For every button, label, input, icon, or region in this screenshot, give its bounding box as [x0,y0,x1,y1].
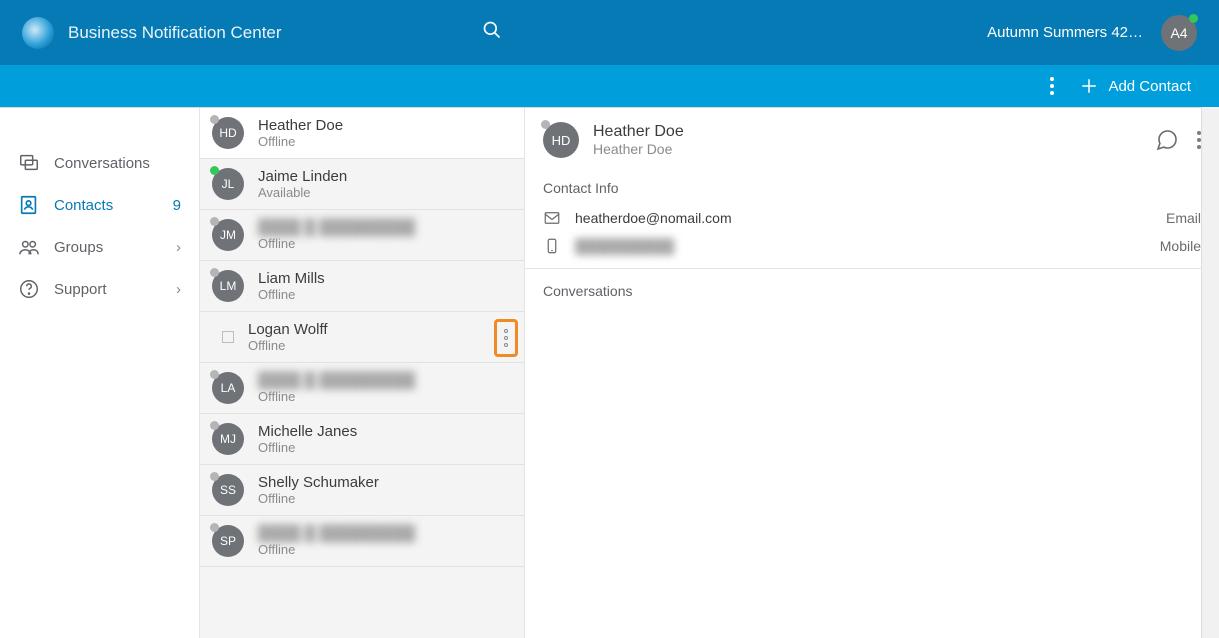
conversations-heading: Conversations [543,283,1201,299]
current-user-avatar[interactable]: A4 [1161,15,1197,51]
contact-row[interactable]: SS Shelly SchumakerOffline [200,465,524,516]
sidebar-item-label: Conversations [54,155,150,172]
contact-name: ████ █ █████████ [258,219,415,236]
contact-detail-pane: HD Heather Doe Heather Doe Contact Info … [525,108,1219,638]
contact-avatar: HD [212,117,244,149]
avatar-initials: A4 [1170,25,1187,41]
presence-indicator-icon [210,217,219,226]
contact-info-heading: Contact Info [543,180,1201,196]
contact-info-type: Email [1166,210,1201,226]
contact-info-row: heatherdoe@nomail.com Email [543,204,1201,232]
groups-icon [18,236,40,258]
contact-status: Offline [248,338,328,353]
presence-indicator-icon [210,523,219,532]
contact-status: Offline [258,440,357,455]
contact-status: Offline [258,542,415,557]
avatar-initials: HD [552,133,571,148]
detail-contact-subtitle: Heather Doe [593,141,684,157]
contact-row[interactable]: JM ████ █ █████████Offline [200,210,524,261]
divider [525,268,1219,269]
support-icon [18,278,40,300]
contact-row[interactable]: HD Heather DoeOffline [200,108,524,159]
contact-row[interactable]: JL Jaime LindenAvailable [200,159,524,210]
add-contact-label: Add Contact [1108,78,1191,95]
presence-indicator-icon [210,166,219,175]
contact-row[interactable]: LA ████ █ █████████Offline [200,363,524,414]
presence-indicator-icon [1189,14,1198,23]
checkbox-icon[interactable] [222,331,234,343]
contact-status: Offline [258,287,325,302]
contact-info-type: Mobile [1160,238,1201,254]
sidebar-item-count: 9 [173,197,181,214]
presence-indicator-icon [210,268,219,277]
presence-indicator-icon [210,115,219,124]
mail-icon [543,209,569,227]
search-icon [482,20,502,40]
contact-status: Offline [258,236,415,251]
sidebar-item-contacts[interactable]: Contacts 9 [0,184,199,226]
contact-name: Heather Doe [258,117,343,134]
mobile-icon [543,237,569,255]
contact-avatar: JL [212,168,244,200]
detail-contact-name: Heather Doe [593,123,684,141]
presence-indicator-icon [210,370,219,379]
contact-info-row: ██████████ Mobile [543,232,1201,260]
sidebar-item-groups[interactable]: Groups › [0,226,199,268]
contact-row[interactable]: LM Liam MillsOffline [200,261,524,312]
contacts-icon [18,194,40,216]
search-button[interactable] [482,20,502,45]
more-actions-button[interactable] [1050,77,1054,95]
contact-list: HDHeather DoeOfflineJLJaime LindenAvaila… [200,108,525,638]
add-contact-button[interactable]: Add Contact [1080,77,1191,95]
conversations-icon [18,152,40,174]
contact-avatar: MJ [212,423,244,455]
chevron-right-icon: › [176,239,181,256]
contact-avatar: LA [212,372,244,404]
plus-icon [1080,77,1098,95]
contact-row[interactable]: SP ████ █ █████████Offline [200,516,524,567]
contact-row[interactable]: Logan WolffOffline [200,312,524,363]
presence-indicator-icon [210,421,219,430]
contact-name: Michelle Janes [258,423,357,440]
contact-status: Offline [258,134,343,149]
sidebar-item-label: Groups [54,239,103,256]
contact-name: ████ █ █████████ [258,372,415,389]
sidebar-item-label: Support [54,281,107,298]
contact-avatar: LM [212,270,244,302]
app-title: Business Notification Center [68,23,282,43]
current-user-name[interactable]: Autumn Summers 42… [987,24,1143,41]
contact-name: Logan Wolff [248,321,328,338]
presence-indicator-icon [210,472,219,481]
detail-avatar: HD [543,122,579,158]
contact-status: Offline [258,491,379,506]
sidebar-item-support[interactable]: Support › [0,268,199,310]
sidebar-item-conversations[interactable]: Conversations [0,142,199,184]
contact-name: Jaime Linden [258,168,347,185]
chevron-right-icon: › [176,281,181,298]
contact-avatar: JM [212,219,244,251]
contact-name: Shelly Schumaker [258,474,379,491]
scrollbar-track[interactable] [1201,107,1219,638]
contact-name: Liam Mills [258,270,325,287]
contact-row[interactable]: MJ Michelle JanesOffline [200,414,524,465]
contact-avatar: SS [212,474,244,506]
chat-icon[interactable] [1155,128,1179,152]
top-bar: Business Notification Center Autumn Summ… [0,0,1219,65]
contact-row-menu-button[interactable] [494,319,518,357]
sidebar-nav: Conversations Contacts 9 Groups › Support › [0,108,200,638]
sidebar-item-label: Contacts [54,197,113,214]
contact-name: ████ █ █████████ [258,525,415,542]
contact-info-value: ██████████ [575,238,674,254]
brand-logo-icon [22,17,54,49]
action-bar: Add Contact [0,65,1219,107]
presence-indicator-icon [541,120,550,129]
contact-avatar: SP [212,525,244,557]
contact-info-value: heatherdoe@nomail.com [575,210,732,226]
contact-status: Offline [258,389,415,404]
contact-status: Available [258,185,347,200]
